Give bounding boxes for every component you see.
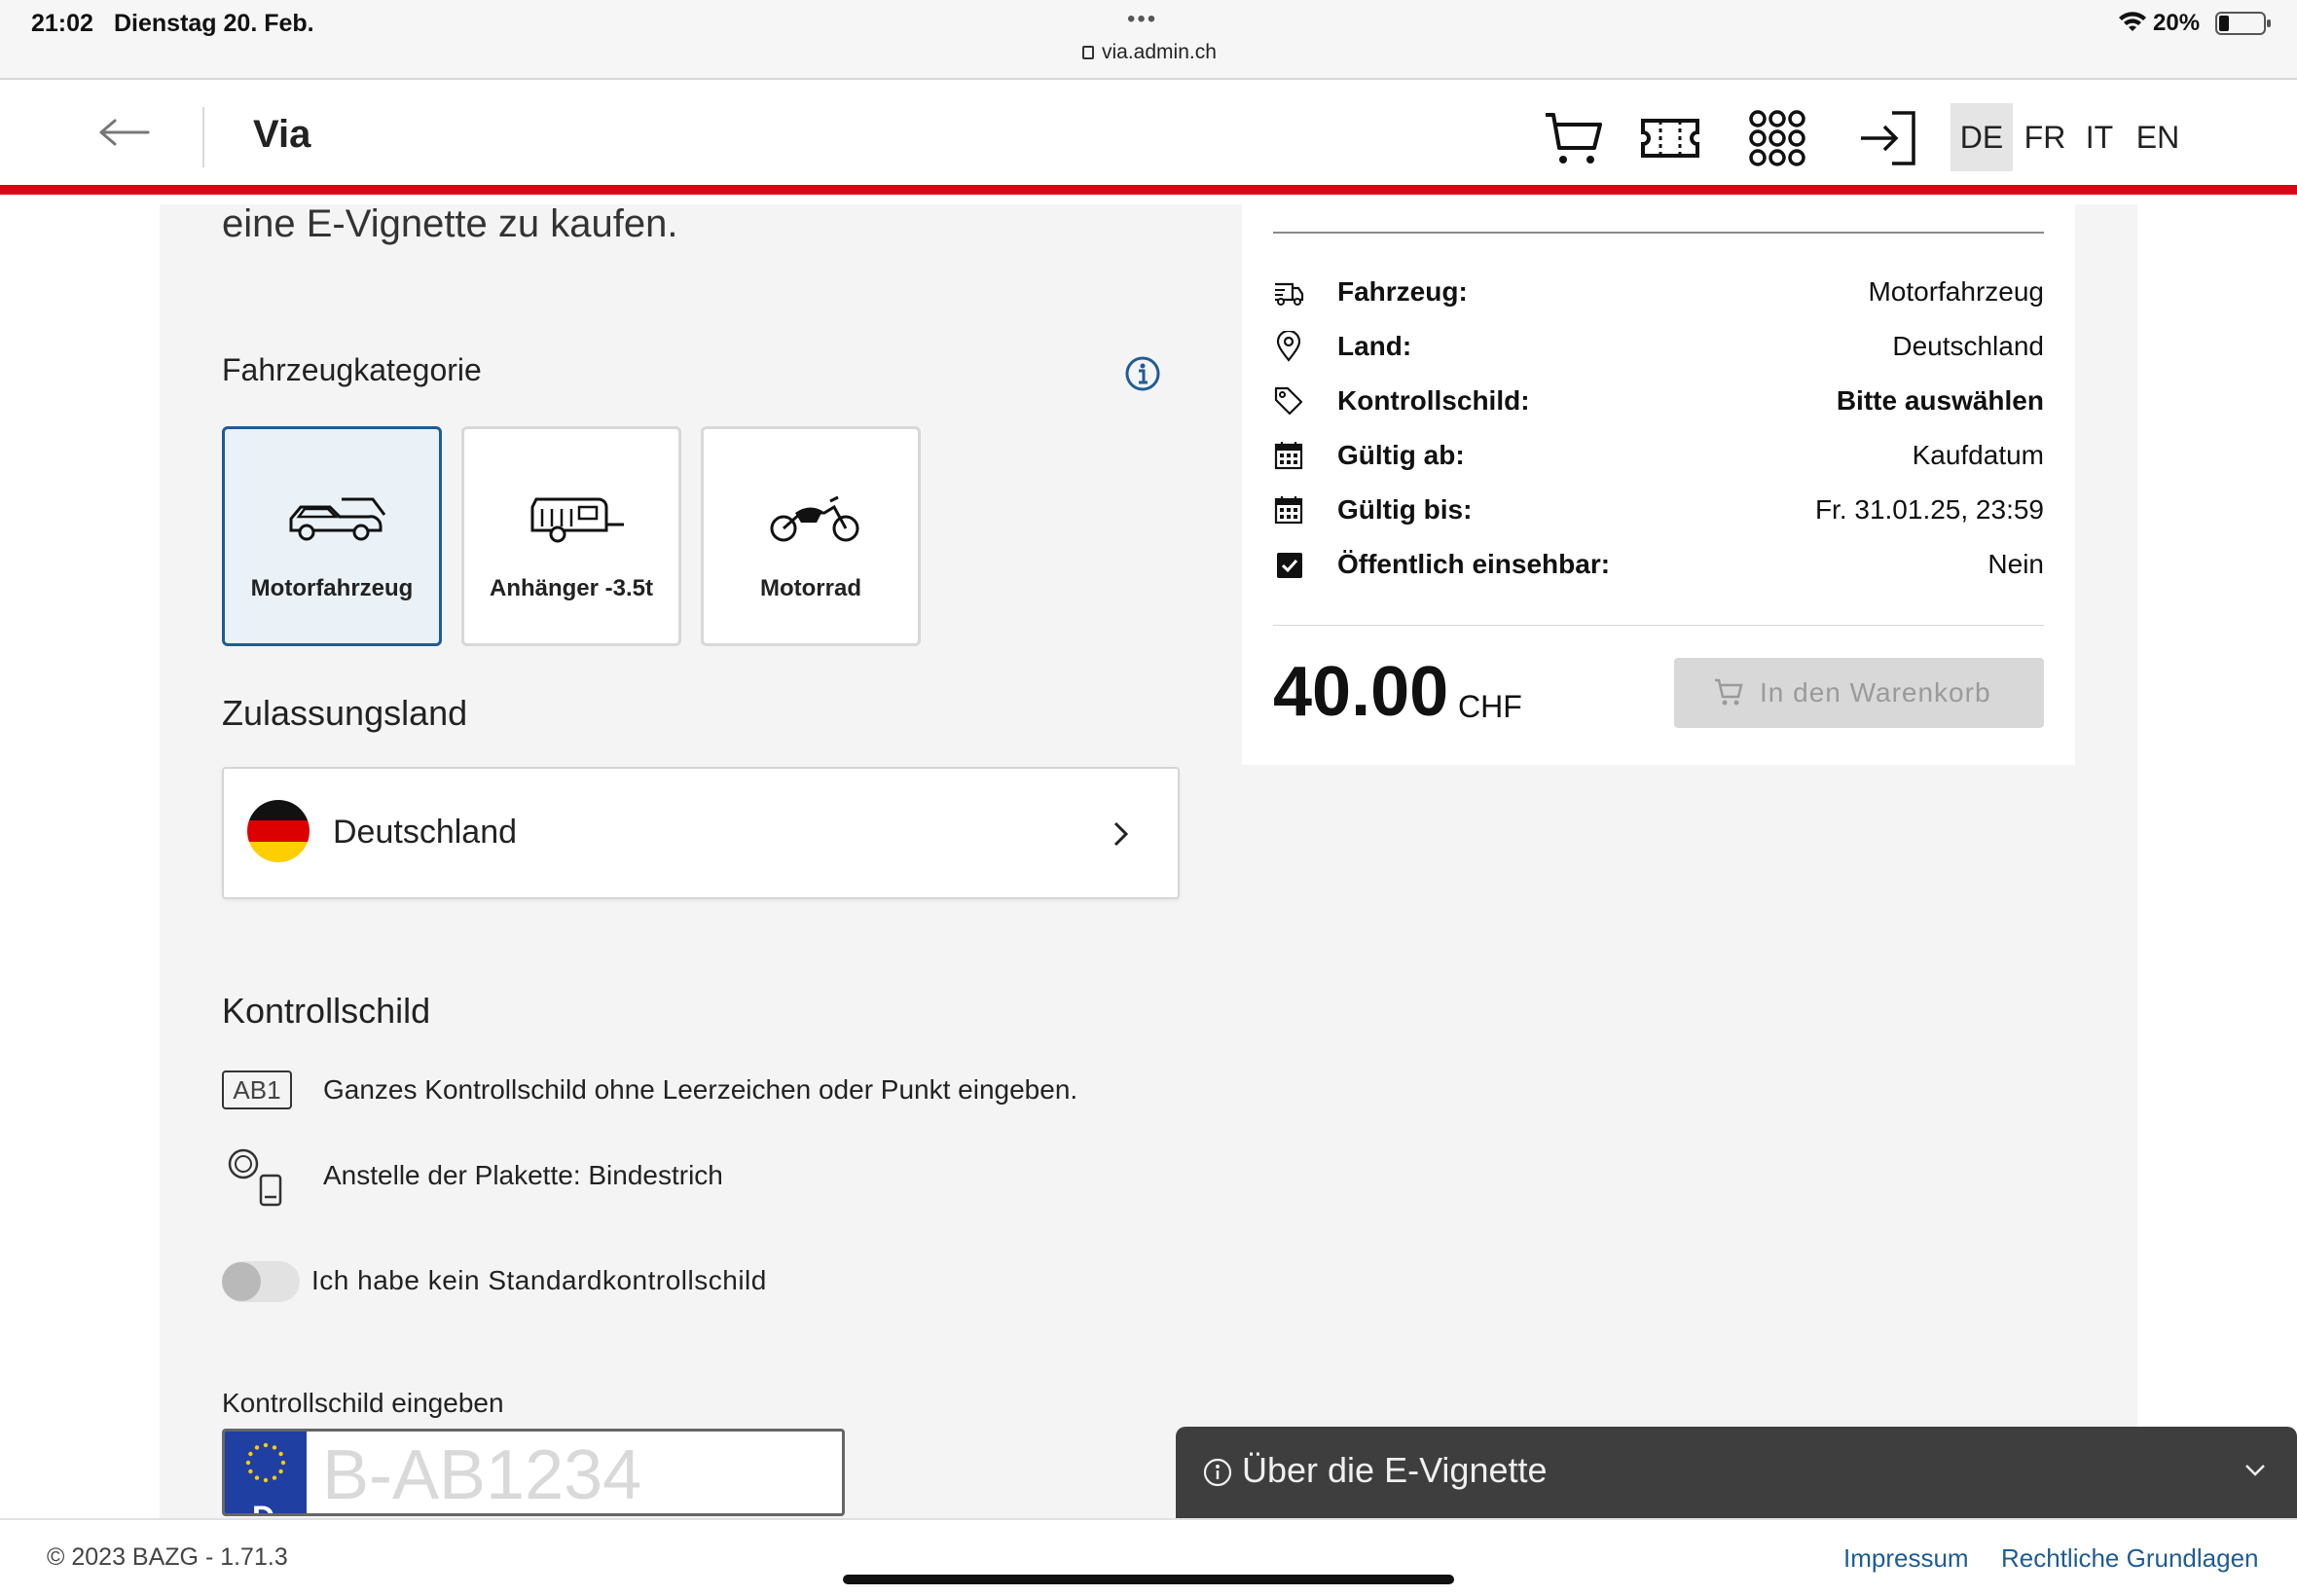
trailer-icon: [530, 497, 624, 543]
info-icon: [1203, 1458, 1232, 1487]
chevron-right-icon: [1113, 821, 1129, 847]
vehicle-card-motorfahrzeug[interactable]: Motorfahrzeug: [222, 426, 442, 646]
eu-stars-icon: [245, 1442, 286, 1483]
summary-top-divider: [1273, 232, 2044, 234]
calendar-icon: [1274, 496, 1303, 525]
summary-value: Fr. 31.01.25, 23:59: [1814, 494, 2044, 525]
summary-value: Deutschland: [1892, 331, 2044, 361]
vehicle-card-label: Motorfahrzeug: [250, 575, 414, 601]
non-standard-plate-toggle[interactable]: [222, 1261, 300, 1302]
wifi-icon: [2119, 12, 2146, 31]
cart-icon[interactable]: [1542, 107, 1604, 169]
tag-icon: [1274, 386, 1303, 416]
login-icon[interactable]: [1857, 107, 1919, 169]
country-name: Deutschland: [333, 814, 518, 851]
sticker-dash-icon: [228, 1148, 282, 1207]
motorcycle-icon: [770, 495, 859, 542]
country-selector[interactable]: Deutschland: [222, 767, 1180, 899]
chevron-down-icon: [2245, 1465, 2265, 1476]
footer: © 2023 BAZG - 1.71.3 Impressum Rechtlich…: [0, 1518, 2297, 1596]
summary-row-vehicle: Fahrzeug: Motorfahrzeug: [1273, 274, 2044, 313]
vehicle-card-label: Anhänger -3.5t: [489, 575, 654, 601]
eu-band: D: [225, 1432, 307, 1513]
back-arrow-icon[interactable]: [97, 113, 152, 152]
summary-value: Bitte auswählen: [1836, 385, 2044, 416]
add-to-cart-button[interactable]: In den Warenkorb: [1674, 658, 2044, 728]
cart-icon: [1715, 678, 1743, 706]
plate-input-frame: D: [222, 1429, 845, 1516]
summary-row-country: Land: Deutschland: [1273, 329, 2044, 368]
app-header: Via DE FR IT EN: [0, 80, 2297, 195]
status-time: 21:02: [31, 10, 93, 37]
summary-row-valid-until: Gültig bis: Fr. 31.01.25, 23:59: [1273, 492, 2044, 531]
summary-key: Land:: [1337, 331, 1412, 361]
vehicle-card-motorrad[interactable]: Motorrad: [701, 426, 921, 646]
status-date: Dienstag 20. Feb.: [114, 10, 314, 37]
lang-en[interactable]: EN: [2130, 103, 2186, 171]
plate-hint-sticker: Anstelle der Plakette: Bindestrich: [323, 1160, 723, 1190]
plate-country-letter: D: [252, 1500, 274, 1513]
germany-flag-icon: [247, 800, 310, 862]
vehicle-category-heading: Fahrzeugkategorie: [222, 352, 482, 387]
summary-key: Gültig ab:: [1337, 440, 1465, 470]
summary-key: Gültig bis:: [1337, 494, 1473, 525]
header-divider: [202, 107, 204, 167]
summary-row-plate: Kontrollschild: Bitte auswählen: [1273, 383, 2044, 422]
price: 40.00: [1273, 653, 1449, 731]
app-title: Via: [253, 113, 311, 156]
summary-key: Öffentlich einsehbar:: [1337, 549, 1611, 579]
summary-key: Kontrollschild:: [1337, 385, 1530, 416]
copyright: © 2023 BAZG - 1.71.3: [47, 1543, 288, 1571]
about-evignette-label: Über die E-Vignette: [1242, 1450, 1548, 1490]
summary-divider: [1273, 625, 2044, 626]
lock-icon: [1082, 46, 1094, 59]
plate-heading: Kontrollschild: [222, 991, 431, 1031]
home-indicator[interactable]: [843, 1575, 1454, 1584]
apps-grid-icon[interactable]: [1746, 107, 1808, 169]
add-to-cart-label: In den Warenkorb: [1760, 677, 1991, 707]
status-bar: 21:02 Dienstag 20. Feb. ••• via.admin.ch…: [0, 0, 2297, 80]
toggle-label: Ich habe kein Standardkontrollschild: [311, 1265, 767, 1295]
plate-input[interactable]: [314, 1432, 840, 1513]
truck-icon: [1275, 282, 1304, 306]
checkbox-checked-icon: [1277, 553, 1302, 578]
plate-hint-full: Ganzes Kontrollschild ohne Leerzeichen o…: [323, 1074, 1078, 1105]
calendar-icon: [1274, 442, 1303, 470]
country-heading: Zulassungsland: [222, 693, 468, 733]
battery-percent: 20%: [2153, 10, 2201, 36]
lang-fr[interactable]: FR: [2017, 103, 2073, 171]
info-icon[interactable]: [1125, 356, 1160, 391]
ticket-icon[interactable]: [1639, 107, 1701, 169]
summary-value: Motorfahrzeug: [1868, 276, 2044, 307]
plate-input-label: Kontrollschild eingeben: [222, 1388, 504, 1418]
vehicle-card-anhaenger[interactable]: Anhänger -3.5t: [461, 426, 681, 646]
impressum-link[interactable]: Impressum: [1843, 1543, 1969, 1574]
currency: CHF: [1458, 689, 1522, 724]
battery-icon: [2215, 12, 2271, 35]
car-icon: [289, 497, 386, 541]
summary-key: Fahrzeug:: [1337, 276, 1468, 307]
summary-value: Nein: [1987, 549, 2044, 579]
legal-link[interactable]: Rechtliche Grundlagen: [2001, 1543, 2259, 1574]
multitasking-dots-icon[interactable]: •••: [1127, 6, 1157, 33]
summary-row-public: Öffentlich einsehbar: Nein: [1273, 547, 2044, 586]
order-summary-card: Fahrzeug: Motorfahrzeug Land: Deutschlan…: [1242, 204, 2075, 765]
summary-value: Kaufdatum: [1912, 440, 2044, 470]
address-bar[interactable]: via.admin.ch: [1082, 41, 1217, 64]
lang-de[interactable]: DE: [1951, 103, 2013, 171]
vehicle-card-label: Motorrad: [760, 575, 861, 601]
lang-it[interactable]: IT: [2075, 103, 2124, 171]
about-evignette-panel[interactable]: Über die E-Vignette: [1176, 1427, 2297, 1520]
url-text: via.admin.ch: [1102, 41, 1217, 63]
summary-row-valid-from: Gültig ab: Kaufdatum: [1273, 438, 2044, 477]
plate-example-icon: AB1: [222, 1070, 292, 1109]
intro-text: eine E-Vignette zu kaufen.: [222, 202, 678, 245]
location-pin-icon: [1276, 331, 1301, 362]
